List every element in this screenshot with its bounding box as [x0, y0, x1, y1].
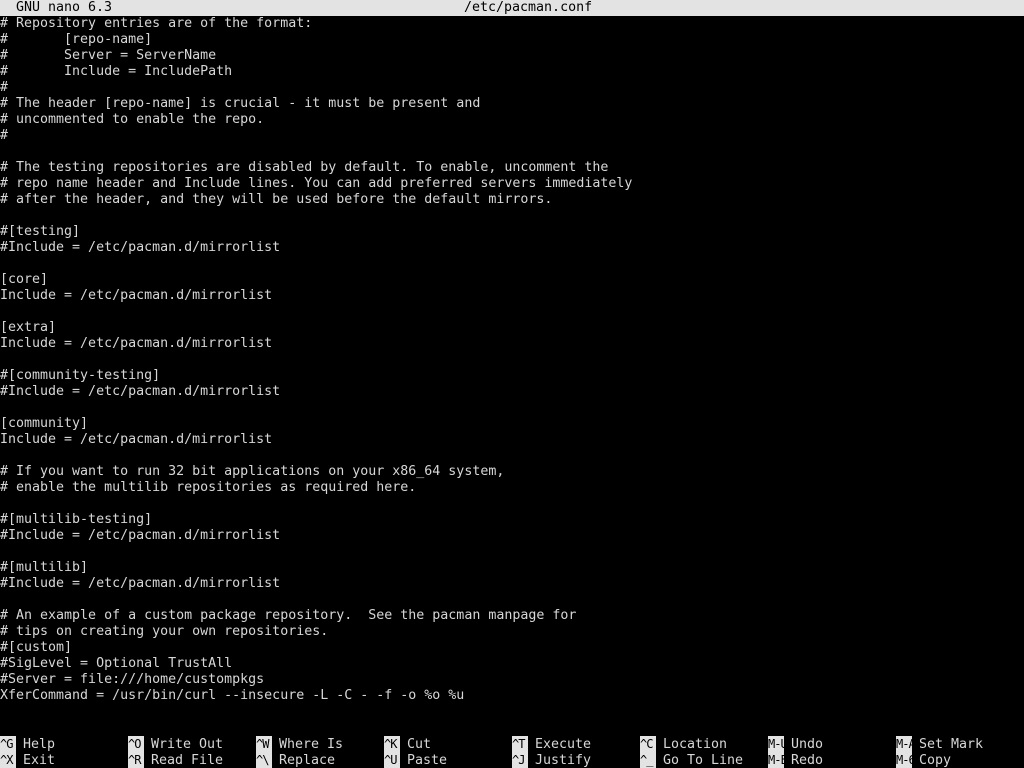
shortcut-copy[interactable]: M-6 Copy: [896, 752, 951, 768]
editor-line[interactable]: #[multilib]: [0, 560, 88, 576]
shortcut-undo[interactable]: M-U Undo: [768, 736, 823, 752]
editor-line[interactable]: # enable the multilib repositories as re…: [0, 480, 416, 496]
shortcut-label: Set Mark: [919, 737, 984, 752]
nano-version: GNU nano 6.3: [16, 0, 113, 15]
editor-line[interactable]: Include = /etc/pacman.d/mirrorlist: [0, 432, 272, 448]
editor-line[interactable]: #Include = /etc/pacman.d/mirrorlist: [0, 384, 280, 400]
editor-line[interactable]: # uncommented to enable the repo.: [0, 112, 264, 128]
shortcut-label: Redo: [791, 753, 824, 768]
editor-line[interactable]: # The testing repositories are disabled …: [0, 160, 608, 176]
shortcut-key: M-6: [896, 752, 916, 768]
shortcut-key: ^W: [256, 736, 272, 752]
shortcut-key: ^R: [128, 752, 144, 768]
shortcut-key: ^_: [640, 752, 656, 768]
shortcut-execute[interactable]: ^T Execute: [512, 736, 591, 752]
shortcut-key: ^X: [0, 752, 16, 768]
shortcut-key: ^J: [512, 752, 528, 768]
editor-line[interactable]: # If you want to run 32 bit applications…: [0, 464, 504, 480]
shortcut-key: ^U: [384, 752, 400, 768]
shortcut-label: Read File: [151, 753, 224, 768]
shortcut-label: Cut: [407, 737, 432, 752]
editor-line[interactable]: # repo name header and Include lines. Yo…: [0, 176, 632, 192]
shortcut-label: Undo: [791, 737, 824, 752]
editor-line[interactable]: #[multilib-testing]: [0, 512, 152, 528]
editor-line[interactable]: [core]: [0, 272, 48, 288]
editor-line[interactable]: [extra]: [0, 320, 56, 336]
shortcut-key: M-U: [768, 736, 788, 752]
editor-line[interactable]: # tips on creating your own repositories…: [0, 624, 328, 640]
shortcut-label: Where Is: [279, 737, 344, 752]
editor-line[interactable]: [community]: [0, 416, 88, 432]
shortcut-key: ^T: [512, 736, 528, 752]
shortcut-key: M-A: [896, 736, 916, 752]
shortcut-paste[interactable]: ^U Paste: [384, 752, 447, 768]
editor-line[interactable]: #[testing]: [0, 224, 80, 240]
shortcut-label: Copy: [919, 753, 952, 768]
editor-line[interactable]: #: [0, 128, 8, 144]
shortcut-label: Execute: [535, 737, 592, 752]
shortcut-label: Write Out: [151, 737, 224, 752]
shortcut-location[interactable]: ^C Location: [640, 736, 727, 752]
editor-line[interactable]: # [repo-name]: [0, 32, 152, 48]
editor-line[interactable]: Include = /etc/pacman.d/mirrorlist: [0, 336, 272, 352]
editor-line[interactable]: #Include = /etc/pacman.d/mirrorlist: [0, 240, 280, 256]
shortcut-key: ^O: [128, 736, 144, 752]
shortcut-label: Justify: [535, 753, 592, 768]
shortcut-key: M-E: [768, 752, 788, 768]
editor-line[interactable]: # Repository entries are of the format:: [0, 16, 312, 32]
editor-line[interactable]: #Include = /etc/pacman.d/mirrorlist: [0, 528, 280, 544]
shortcut-write-out[interactable]: ^O Write Out: [128, 736, 223, 752]
shortcut-label: Replace: [279, 753, 336, 768]
shortcut-label: Go To Line: [663, 753, 744, 768]
editor-line[interactable]: # An example of a custom package reposit…: [0, 608, 576, 624]
shortcut-where-is[interactable]: ^W Where Is: [256, 736, 343, 752]
shortcut-justify[interactable]: ^J Justify: [512, 752, 591, 768]
shortcut-label: Exit: [23, 753, 56, 768]
editor-line[interactable]: # after the header, and they will be use…: [0, 192, 552, 208]
shortcut-cut[interactable]: ^K Cut: [384, 736, 431, 752]
shortcut-go-to-line[interactable]: ^_ Go To Line: [640, 752, 743, 768]
shortcut-key: ^G: [0, 736, 16, 752]
editor-line[interactable]: # Server = ServerName: [0, 48, 216, 64]
shortcut-replace[interactable]: ^\ Replace: [256, 752, 335, 768]
editor-line[interactable]: #[community-testing]: [0, 368, 160, 384]
shortcut-read-file[interactable]: ^R Read File: [128, 752, 223, 768]
editor-line[interactable]: #[custom]: [0, 640, 72, 656]
editor-line[interactable]: XferCommand = /usr/bin/curl --insecure -…: [0, 688, 464, 704]
shortcut-help[interactable]: ^G Help: [0, 736, 55, 752]
shortcut-label: Paste: [407, 753, 448, 768]
editor-line[interactable]: # Include = IncludePath: [0, 64, 232, 80]
shortcut-redo[interactable]: M-E Redo: [768, 752, 823, 768]
shortcut-label: Location: [663, 737, 728, 752]
editor-line[interactable]: #SigLevel = Optional TrustAll: [0, 656, 232, 672]
editor-line[interactable]: #Include = /etc/pacman.d/mirrorlist: [0, 576, 280, 592]
shortcut-set-mark[interactable]: M-A Set Mark: [896, 736, 983, 752]
shortcut-key: ^C: [640, 736, 656, 752]
editor-line[interactable]: #: [0, 80, 8, 96]
shortcut-label: Help: [23, 737, 56, 752]
editor-line[interactable]: #Server = file:///home/custompkgs: [0, 672, 264, 688]
shortcut-key: ^\: [256, 752, 272, 768]
editor-line[interactable]: Include = /etc/pacman.d/mirrorlist: [0, 288, 272, 304]
shortcut-key: ^K: [384, 736, 400, 752]
editor-line[interactable]: # The header [repo-name] is crucial - it…: [0, 96, 480, 112]
title-bar: GNU nano 6.3 /etc/pacman.conf: [0, 0, 1024, 16]
file-name: /etc/pacman.conf: [464, 0, 593, 15]
shortcut-exit[interactable]: ^X Exit: [0, 752, 55, 768]
